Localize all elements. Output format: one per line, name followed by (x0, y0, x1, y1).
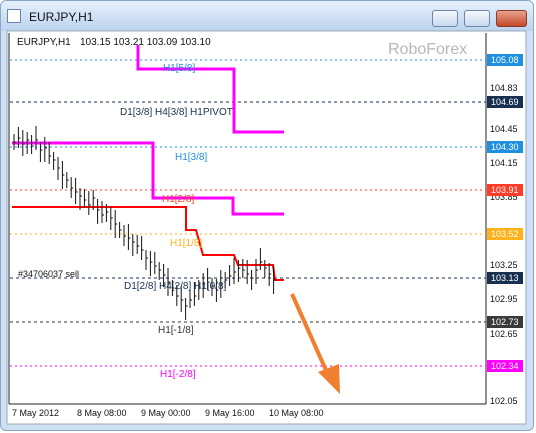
price-badge: 104.30 (491, 142, 519, 152)
chart-svg[interactable]: EURJPY,H1 103.15 103.21 103.09 103.10 Ro… (0, 0, 536, 433)
price-badge: 102.34 (491, 361, 519, 371)
x-tick: 9 May 16:00 (205, 408, 255, 418)
level-label-minus-2-8: H1[-2/8] (160, 369, 196, 380)
y-tick: 102.95 (490, 294, 518, 304)
x-tick: 7 May 2012 (12, 408, 59, 418)
level-label-minus-1-8: H1[-1/8] (158, 325, 194, 336)
x-tick: 10 May 08:00 (269, 408, 324, 418)
level-label-0-8: D1[2/8] H4[2/8] H1[0/8] (124, 281, 227, 292)
level-label-5-8: H1[5/8] (163, 63, 195, 74)
y-tick: 102.65 (490, 329, 518, 339)
price-badge: 103.91 (491, 185, 519, 195)
price-badge: 102.73 (491, 317, 519, 327)
watermark: RoboForex (388, 41, 467, 58)
price-badge: 104.69 (491, 97, 519, 107)
price-badge: 103.52 (491, 229, 519, 239)
price-badge: 103.13 (491, 273, 519, 283)
x-tick: 8 May 08:00 (77, 408, 127, 418)
y-tick: 103.25 (490, 260, 518, 270)
level-label-2-8: H1[2/8] (162, 194, 194, 205)
level-label-3-8: H1[3/8] (175, 152, 207, 163)
y-tick: 104.83 (490, 83, 518, 93)
price-badge: 105.08 (491, 55, 519, 65)
symbol-label: EURJPY,H1 (17, 37, 71, 48)
x-axis: 7 May 2012 8 May 08:00 9 May 00:00 9 May… (12, 408, 324, 418)
ohlc-label: 103.15 103.21 103.09 103.10 (80, 37, 211, 48)
x-tick: 9 May 00:00 (141, 408, 191, 418)
level-label-1-8: H1[1/8] (170, 238, 202, 249)
y-tick: 102.05 (490, 396, 518, 406)
level-label-pivot: D1[3/8] H4[3/8] H1PIVOT (120, 107, 233, 118)
y-tick: 104.45 (490, 124, 518, 134)
y-tick: 104.15 (490, 158, 518, 168)
order-label: #34706037 sell (18, 269, 79, 279)
